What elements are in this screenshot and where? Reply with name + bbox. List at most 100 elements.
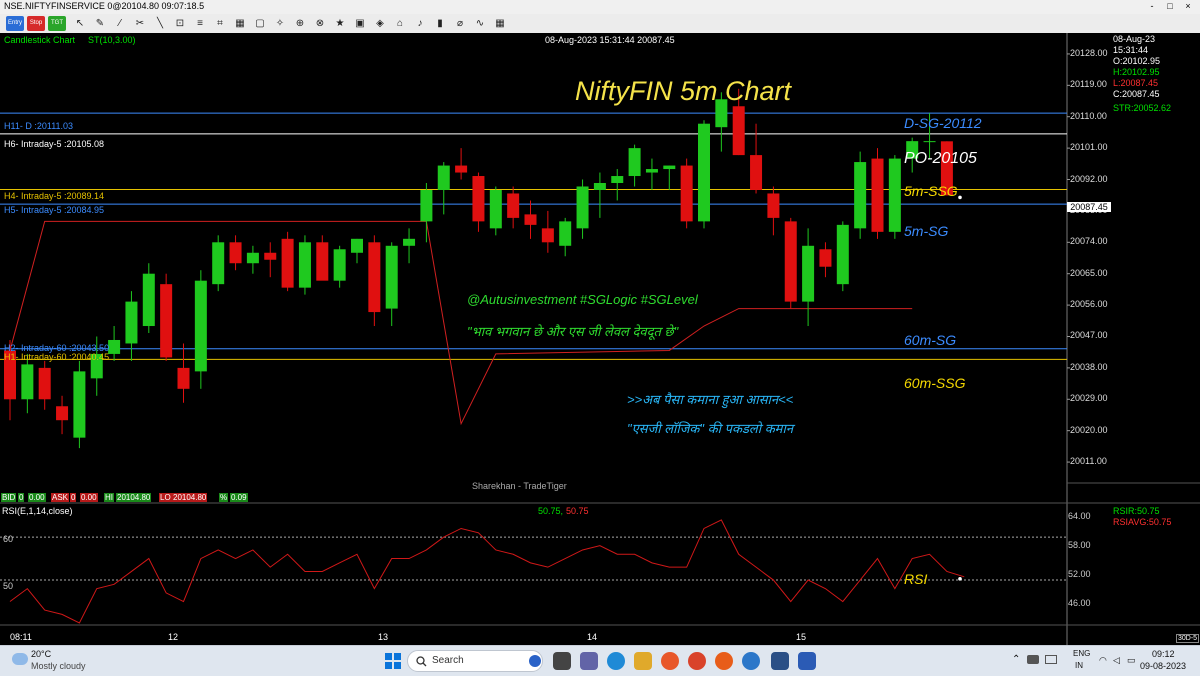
battery-icon[interactable] bbox=[1045, 655, 1057, 664]
language-code[interactable]: ENG bbox=[1073, 649, 1090, 658]
toolbar-tool-icon[interactable]: ✧ bbox=[272, 16, 288, 31]
toolbar-tool-icon[interactable]: ▢ bbox=[252, 16, 268, 31]
rsi-right-tick: 58.00 bbox=[1068, 540, 1091, 550]
word-icon[interactable] bbox=[798, 652, 816, 670]
price-axis-tick: 20056.00 bbox=[1070, 299, 1108, 310]
candle-body bbox=[784, 221, 797, 302]
candle-body bbox=[403, 238, 416, 246]
clock-time[interactable]: 09:12 bbox=[1152, 649, 1175, 659]
candle-body bbox=[420, 189, 433, 222]
candle-body bbox=[333, 249, 346, 281]
toolbar-tool-icon[interactable]: ╲ bbox=[152, 16, 168, 31]
x-axis-label: 13 bbox=[378, 632, 389, 642]
timeframe-badge[interactable]: 30D-5 bbox=[1176, 634, 1200, 643]
candle-body bbox=[73, 371, 86, 438]
candle-body bbox=[385, 245, 398, 309]
toolbar-tool-icon[interactable]: ≡ bbox=[192, 16, 208, 31]
windows-start-icon[interactable] bbox=[384, 652, 402, 670]
candle-body bbox=[593, 183, 606, 190]
candle-body bbox=[472, 176, 485, 222]
bid-price: 0.00 bbox=[28, 493, 46, 502]
close-button[interactable]: × bbox=[1180, 0, 1196, 13]
toolbar-tool-icon[interactable]: ★ bbox=[332, 16, 348, 31]
candle-body bbox=[576, 186, 589, 229]
toolbar-tool-icon[interactable]: ⊡ bbox=[172, 16, 188, 31]
chart-window[interactable]: Candlestick Chart ST(10,3.00) 08-Aug-202… bbox=[0, 33, 1200, 645]
candle-body bbox=[298, 242, 311, 288]
info-high: H:20102.95 bbox=[1113, 67, 1160, 77]
weather-description[interactable]: Mostly cloudy bbox=[31, 661, 86, 671]
toolbar-tool-icon[interactable]: ⌀ bbox=[452, 16, 468, 31]
toolbar-tool-icon[interactable]: ⊕ bbox=[292, 16, 308, 31]
candle-body bbox=[750, 155, 763, 190]
candle-body bbox=[264, 252, 277, 260]
candle-body bbox=[489, 189, 502, 229]
minimize-button[interactable]: - bbox=[1144, 0, 1160, 13]
price-axis-tick: 20092.00 bbox=[1070, 173, 1108, 184]
toolbar-tool-icon[interactable]: ♪ bbox=[412, 16, 428, 31]
price-axis-tick: 20128.00 bbox=[1070, 47, 1108, 58]
dsg-label: D-SG-20112 bbox=[904, 115, 982, 131]
toolbar-tool-icon[interactable]: ⌂ bbox=[392, 16, 408, 31]
app-icon[interactable] bbox=[742, 652, 760, 670]
toolbar-tool-icon[interactable]: ⁄ bbox=[112, 16, 128, 31]
bing-icon[interactable] bbox=[529, 655, 541, 667]
rsi-right-tick: 46.00 bbox=[1068, 598, 1091, 608]
entry-button[interactable]: Entry bbox=[6, 16, 24, 31]
toolbar-tool-icon[interactable]: ▣ bbox=[352, 16, 368, 31]
sas-icon[interactable] bbox=[771, 652, 789, 670]
candle-body bbox=[194, 280, 207, 372]
toolbar-tool-icon[interactable]: ▦ bbox=[492, 16, 508, 31]
candle-body bbox=[455, 165, 468, 173]
battery-status-icon[interactable]: ▭ bbox=[1127, 655, 1136, 666]
firefox-icon[interactable] bbox=[661, 652, 679, 670]
candle-body bbox=[559, 221, 572, 246]
candle-body bbox=[767, 193, 780, 218]
ask-price: 0.00 bbox=[80, 493, 98, 502]
level-label-h11: H11- D :20111.03 bbox=[4, 121, 74, 131]
weather-temp[interactable]: 20°C bbox=[31, 649, 51, 659]
toolbar-tool-icon[interactable]: ↖ bbox=[72, 16, 88, 31]
toolbar-tool-icon[interactable]: ✂ bbox=[132, 16, 148, 31]
toolbar-tool-icon[interactable]: ⌗ bbox=[212, 16, 228, 31]
price-axis-tick: 20074.00 bbox=[1070, 236, 1108, 247]
candle-body bbox=[628, 148, 641, 177]
candle-body bbox=[316, 242, 329, 281]
rsiavg-label: RSIAVG:50.75 bbox=[1113, 517, 1172, 527]
task-view-icon[interactable] bbox=[553, 652, 571, 670]
weather-icon[interactable] bbox=[12, 653, 28, 665]
candle-body bbox=[888, 158, 901, 232]
toolbar-tool-icon[interactable]: ∿ bbox=[472, 16, 488, 31]
edge-icon[interactable] bbox=[607, 652, 625, 670]
toolbar-tool-icon[interactable]: ✎ bbox=[92, 16, 108, 31]
chrome-icon[interactable] bbox=[688, 652, 706, 670]
toolbar-tool-icon[interactable]: ◈ bbox=[372, 16, 388, 31]
stop-button[interactable]: Stop bbox=[27, 16, 45, 31]
rsi-left-tick-50: 50 bbox=[3, 581, 14, 591]
maximize-button[interactable]: □ bbox=[1162, 0, 1178, 13]
language-region[interactable]: IN bbox=[1075, 661, 1083, 670]
info-supertrend: STR:20052.62 bbox=[1113, 103, 1172, 113]
ssg-60m-label: 60m-SSG bbox=[904, 375, 966, 391]
candle-body bbox=[507, 193, 520, 218]
toolbar-tool-icon[interactable]: ⊗ bbox=[312, 16, 328, 31]
candle-body bbox=[836, 224, 849, 285]
target-button[interactable]: TGT bbox=[48, 16, 66, 31]
toolbar-tool-icon[interactable]: ▦ bbox=[232, 16, 248, 31]
candle-body bbox=[611, 176, 624, 183]
chart-toolbar: Entry Stop TGT ↖ ✎ ⁄ ✂ ╲ ⊡ ≡ ⌗ ▦ ▢ ✧ ⊕ ⊗ ★ ▣ ◈ ⌂ ♪ ▮ ⌀ ∿ ▦ bbox=[0, 14, 1200, 34]
cloud-icon[interactable] bbox=[1027, 655, 1039, 664]
candle-body bbox=[160, 284, 173, 358]
chevron-up-icon[interactable]: ⌃ bbox=[1012, 654, 1020, 665]
rsi-line bbox=[9, 519, 965, 624]
app-icon[interactable] bbox=[715, 652, 733, 670]
clock-date[interactable]: 09-08-2023 bbox=[1140, 661, 1186, 671]
teams-icon[interactable] bbox=[580, 652, 598, 670]
file-explorer-icon[interactable] bbox=[634, 652, 652, 670]
taskbar-search[interactable]: Search bbox=[407, 650, 543, 672]
toolbar-tool-icon[interactable]: ▮ bbox=[432, 16, 448, 31]
volume-icon[interactable]: ◁ bbox=[1113, 655, 1120, 666]
handle-text: @Autusinvestment #SGLogic #SGLevel bbox=[467, 292, 698, 307]
high-value: 20104.80 bbox=[116, 493, 152, 502]
wifi-icon[interactable]: ◠ bbox=[1099, 655, 1107, 666]
